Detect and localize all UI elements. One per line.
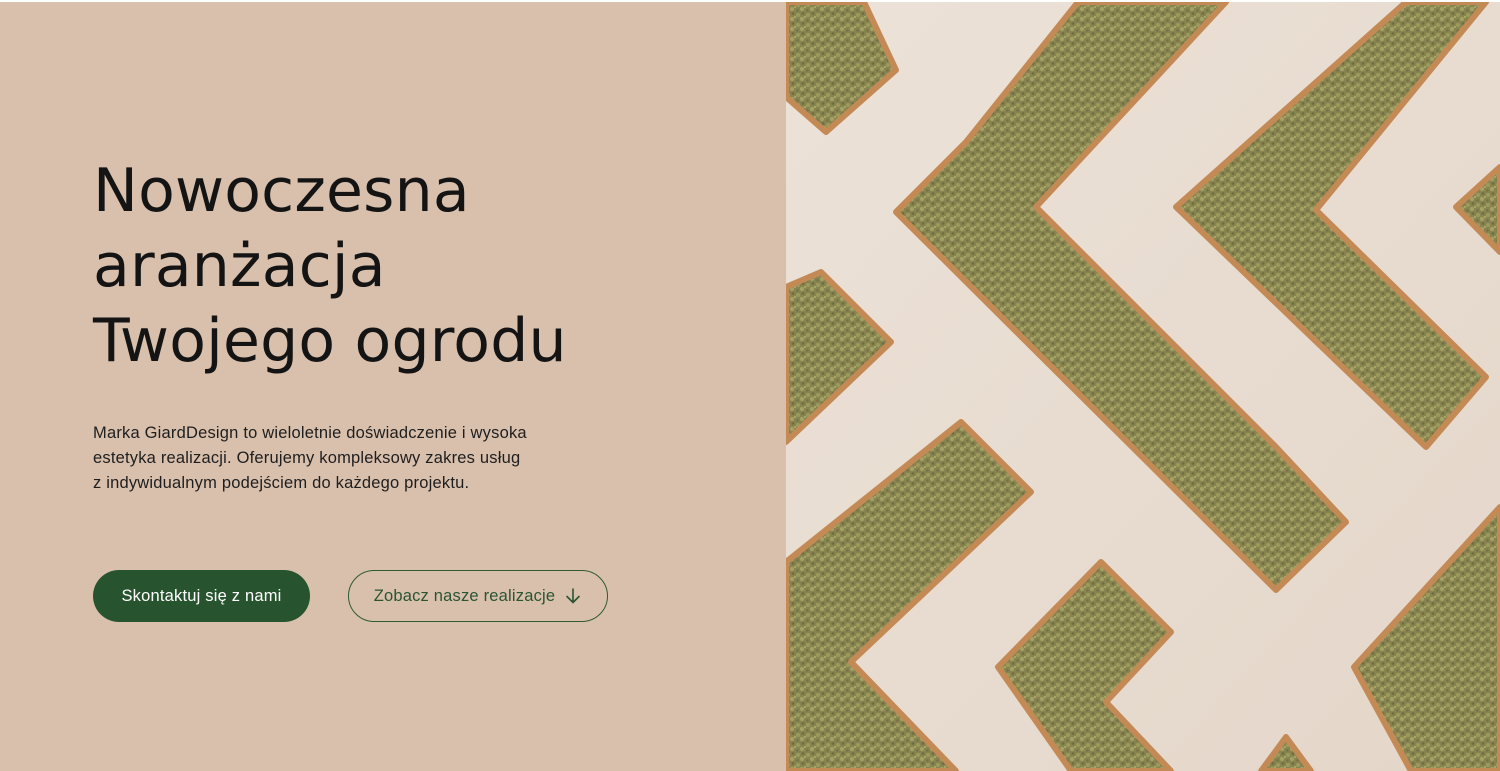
hero-description-line: estetyka realizacji. Oferujemy komplekso… xyxy=(93,449,521,467)
contact-button[interactable]: Skontaktuj się z nami xyxy=(93,570,310,622)
hero-title-line: aranżacja xyxy=(93,231,386,301)
hero-description: Marka GiardDesign to wieloletnie doświad… xyxy=(93,421,573,496)
see-projects-button-label: Zobacz nasze realizacje xyxy=(373,586,556,605)
hero-text-panel: Nowoczesna aranżacja Twojego ogrodu Mark… xyxy=(0,2,786,771)
contact-button-label: Skontaktuj się z nami xyxy=(121,586,282,605)
hero-garden-image xyxy=(786,2,1500,771)
hero-description-line: Marka GiardDesign to wieloletnie doświad… xyxy=(93,424,527,442)
hero-section: Nowoczesna aranżacja Twojego ogrodu Mark… xyxy=(0,0,1500,771)
hero-title: Nowoczesna aranżacja Twojego ogrodu xyxy=(93,154,567,379)
hero-description-line: z indywidualnym podejściem do każdego pr… xyxy=(93,474,470,492)
see-projects-button[interactable]: Zobacz nasze realizacje xyxy=(348,570,608,622)
hero-title-line: Nowoczesna xyxy=(93,156,470,226)
arrow-down-icon xyxy=(564,587,582,605)
hero-title-line: Twojego ogrodu xyxy=(93,306,567,376)
hedge-maze-illustration xyxy=(786,2,1500,771)
